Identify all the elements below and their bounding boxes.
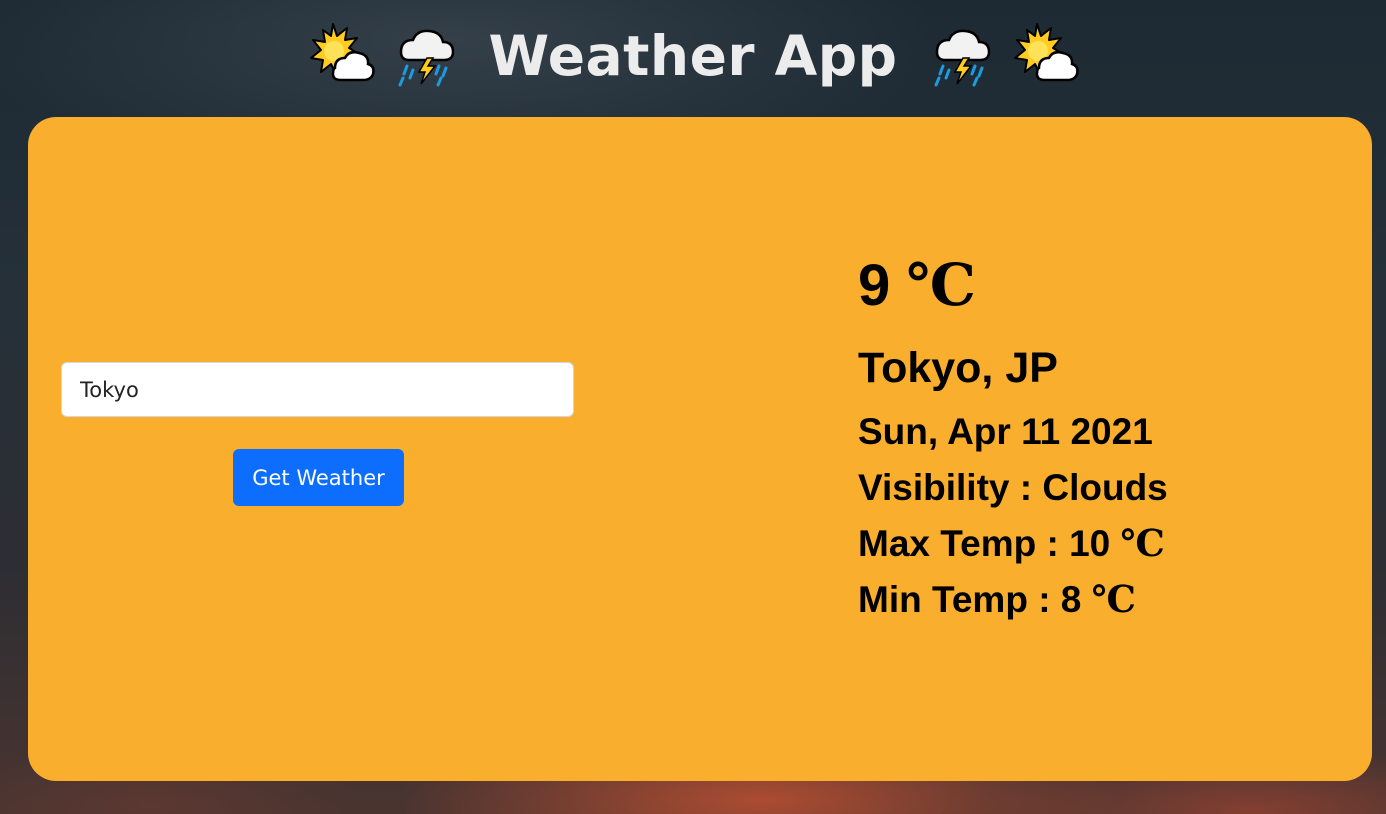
max-temp-unit: ℃ [1120,524,1165,565]
min-temp-label: Min Temp : [858,579,1061,620]
location-name: Tokyo, JP [858,344,1058,392]
visibility-value: Clouds [1042,467,1168,508]
city-search-input[interactable] [61,362,574,417]
page-title: Weather App [488,23,898,88]
min-temp-row: Min Temp : 8 ℃ [858,581,1136,619]
get-weather-button[interactable]: Get Weather [233,449,404,506]
temperature-unit: ℃ [906,253,976,318]
weather-date: Sun, Apr 11 2021 [858,411,1153,452]
min-temp-value: 8 [1060,579,1082,620]
cloud-with-lightning-and-rain-icon [927,22,995,90]
sun-behind-cloud-icon [1011,22,1080,90]
current-temperature: 9 ℃ [858,257,976,315]
max-temp-value: 10 [1069,523,1111,564]
visibility-row: Visibility : Clouds [858,469,1168,506]
app-header: Weather App [0,16,1386,96]
temperature-value: 9 [858,253,891,318]
weather-card: Get Weather 9 ℃ Tokyo, JP Sun, Apr 11 20… [28,117,1372,781]
cloud-with-lightning-and-rain-icon [391,22,459,90]
max-temp-label: Max Temp : [858,523,1070,564]
visibility-label: Visibility : [858,467,1043,508]
max-temp-row: Max Temp : 10 ℃ [858,525,1165,563]
sun-behind-cloud-icon [307,22,375,90]
min-temp-unit: ℃ [1091,580,1136,621]
